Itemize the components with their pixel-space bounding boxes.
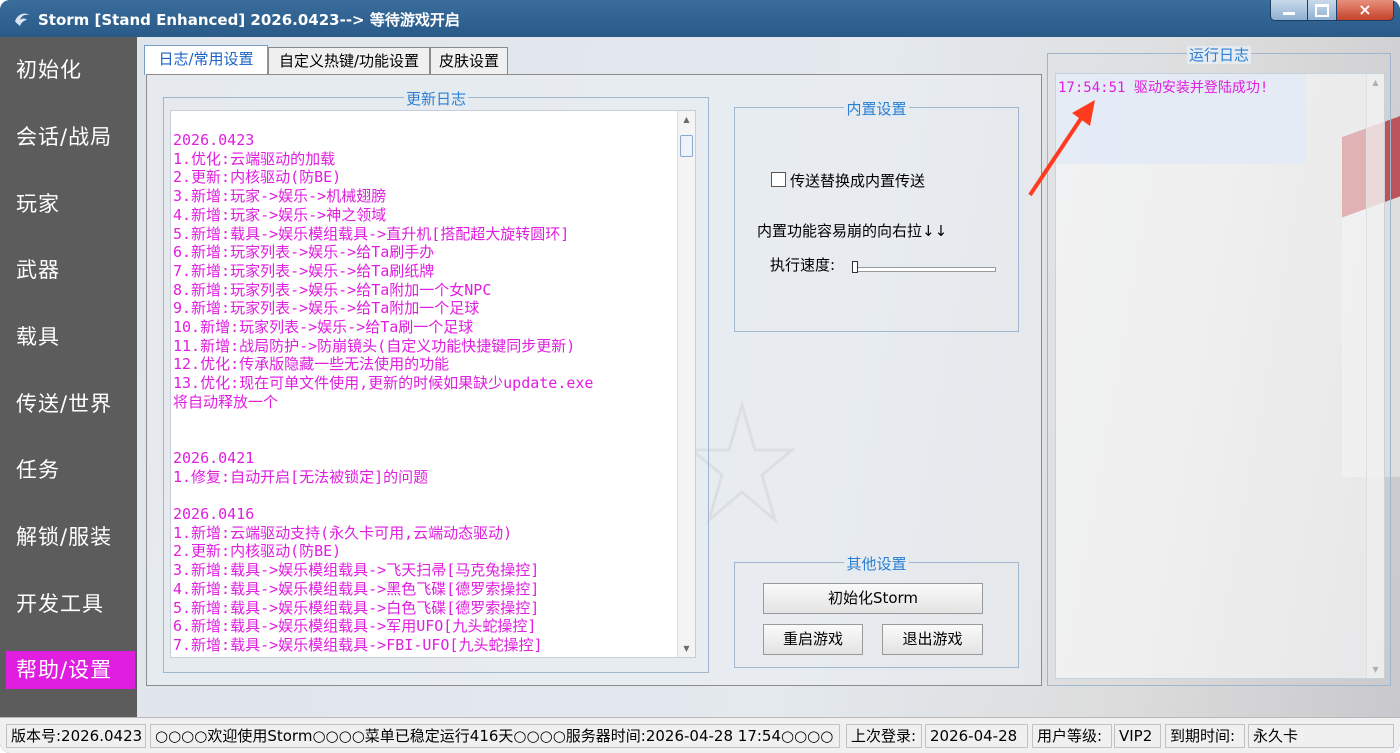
update-log-line: 2.更新:内核驱动(防BE) [173,542,342,561]
tab-hotkeys[interactable]: 自定义热键/功能设置 [268,47,430,74]
update-log-textbox[interactable]: 2026.0423 1.优化:云端驱动的加载 2.更新:内核驱动(防BE) 3.新增:… [170,110,696,658]
tab-log-settings[interactable]: 日志/常用设置 [144,45,268,75]
sidebar-item-unlock[interactable]: 解锁/服装 [6,518,135,556]
update-log-line: 3.新增:玩家->娱乐->机械翅膀 [173,187,387,206]
status-version: 版本号:2026.0423 [6,724,146,748]
builtin-hint: 内置功能容易崩的向右拉↓↓ [757,222,948,240]
update-log-line: 11.新增:战局防护->防崩镜头(自定义功能快捷键同步更新) [173,336,576,355]
close-icon: × [1358,0,1372,19]
update-log-line: 4.新增:载具->娱乐模组载具->黑色飞碟[德罗索操控] [173,579,540,598]
update-log-line: 将自动释放一个 [173,392,279,411]
tab-skin[interactable]: 皮肤设置 [430,47,508,74]
update-log-line: 4.新增:玩家->娱乐->神之领域 [173,205,387,224]
sidebar: 初始化 会话/战局 玩家 武器 载具 传送/世界 任务 解锁/服装 开发工具 帮… [0,37,137,717]
exit-game-button[interactable]: 退出游戏 [882,624,983,655]
builtin-teleport-checkbox[interactable] [771,172,786,187]
status-level-value: VIP2 [1114,724,1161,748]
builtin-settings-title: 内置设置 [844,100,909,118]
update-log-line: 1.优化:云端驱动的加载 [173,149,336,168]
sidebar-item-mission[interactable]: 任务 [6,451,135,489]
other-settings-group: 其他设置 初始化Storm 重启游戏 退出游戏 [734,555,1019,668]
close-button[interactable]: × [1336,0,1394,21]
status-last-login-value: 2026-04-28 [925,724,1028,748]
speed-label: 执行速度: [770,256,836,274]
update-log-line: 2026.0421 [173,448,255,467]
tab-panel: 更新日志 2026.0423 1.优化:云端驱动的加载 2.更新:内核驱动(防BE)… [146,74,1042,686]
update-log-line: 2.更新:内核驱动(防BE) [173,168,342,187]
annotation-arrow-icon [1028,100,1095,197]
minimize-button[interactable] [1270,0,1308,21]
sidebar-item-devtools[interactable]: 开发工具 [6,585,135,623]
update-log-line [173,412,678,431]
update-log-line: 8.新增:玩家列表->娱乐->给Ta附加一个女NPC [173,280,492,299]
status-expire-value: 永久卡 [1248,724,1394,748]
status-last-login-label: 上次登录: [846,724,922,748]
update-log-line: 12.优化:传承版隐藏一些无法使用的功能 [173,355,450,374]
update-log-line: 7.新增:载具->娱乐模组载具->FBI-UFO[九头蛇操控] [173,635,543,654]
update-log-line: 3.新增:载具->娱乐模组载具->飞天扫帚[马克兔操控] [173,561,540,580]
status-level-label: 用户等级: [1032,724,1112,748]
sidebar-item-player[interactable]: 玩家 [6,185,135,223]
update-log-line: 1.修复:自动开启[无法被锁定]的问题 [173,467,429,486]
maximize-button[interactable] [1307,0,1337,21]
storm-logo-icon [15,13,29,26]
update-log-line: 1.新增:云端驱动支持(永久卡可用,云端动态驱动) [173,523,513,542]
sidebar-item-teleport[interactable]: 传送/世界 [6,385,135,423]
update-log-line [173,486,678,505]
other-settings-title: 其他设置 [844,555,909,573]
sidebar-item-session[interactable]: 会话/战局 [6,118,135,156]
update-log-line: 9.新增:玩家列表->娱乐->给Ta附加一个足球 [173,299,480,318]
title-bar[interactable]: Storm [Stand Enhanced] 2026.0423--> 等待游戏… [0,0,1400,37]
sidebar-item-help[interactable]: 帮助/设置 [6,651,135,689]
app-window: Storm [Stand Enhanced] 2026.0423--> 等待游戏… [0,0,1400,753]
status-bar: 版本号:2026.0423 ○○○○欢迎使用Storm○○○○菜单已稳定运行41… [0,717,1400,753]
update-log-line: 5.新增:载具->娱乐模组载具->直升机[搭配超大旋转圆环] [173,224,570,243]
update-log-line: 6.新增:载具->娱乐模组载具->军用UFO[九头蛇操控] [173,617,537,636]
scroll-down-icon[interactable]: ▼ [678,640,695,657]
speed-slider-track[interactable] [852,267,996,272]
maximize-icon [1315,3,1329,17]
update-log-line: 2026.0416 [173,505,255,524]
builtin-settings-group: 内置设置 传送替换成内置传送 内置功能容易崩的向右拉↓↓ 执行速度: [734,100,1019,332]
init-storm-button[interactable]: 初始化Storm [763,583,983,614]
run-log-scrollbar[interactable]: ▲ ▼ [1366,74,1384,678]
window-title: Storm [Stand Enhanced] 2026.0423--> 等待游戏… [38,11,460,29]
update-log-title: 更新日志 [403,90,468,108]
update-log-line: 6.新增:玩家列表->娱乐->给Ta刷手办 [173,243,435,262]
speed-slider-thumb[interactable] [852,261,858,273]
status-marquee: ○○○○欢迎使用Storm○○○○菜单已稳定运行416天○○○○服务器时间:20… [150,724,840,748]
update-log-lines: 2026.0423 1.优化:云端驱动的加载 2.更新:内核驱动(防BE) 3.新增:… [173,131,678,655]
update-log-line: 13.优化:现在可单文件使用,更新的时候如果缺少update.exe [173,374,594,393]
update-log-line [173,430,678,449]
builtin-teleport-label[interactable]: 传送替换成内置传送 [790,170,925,191]
run-log-entry: 17:54:51 驱动安装并登陆成功! [1058,80,1269,96]
update-log-line: 10.新增:玩家列表->娱乐->给Ta刷一个足球 [173,318,474,337]
scroll-up-icon[interactable]: ▲ [678,111,695,128]
scroll-down-icon[interactable]: ▼ [1367,661,1384,678]
scroll-thumb[interactable] [680,135,693,157]
restart-game-button[interactable]: 重启游戏 [763,624,863,655]
scroll-up-icon[interactable]: ▲ [1367,74,1384,91]
update-log-scrollbar[interactable]: ▲ ▼ [677,111,695,657]
update-log-line: 2026.0423 [173,131,255,149]
update-log-line: 7.新增:玩家列表->娱乐->给Ta刷纸牌 [173,261,435,280]
sidebar-item-init[interactable]: 初始化 [6,51,135,89]
minimize-icon [1283,11,1295,15]
sidebar-item-weapon[interactable]: 武器 [6,251,135,289]
update-log-line: 5.新增:载具->娱乐模组载具->白色飞碟[德罗索操控] [173,598,540,617]
status-expire-label: 到期时间: [1165,724,1245,748]
sidebar-item-vehicle[interactable]: 载具 [6,318,135,356]
update-log-group: 更新日志 2026.0423 1.优化:云端驱动的加载 2.更新:内核驱动(防BE)… [163,90,709,673]
